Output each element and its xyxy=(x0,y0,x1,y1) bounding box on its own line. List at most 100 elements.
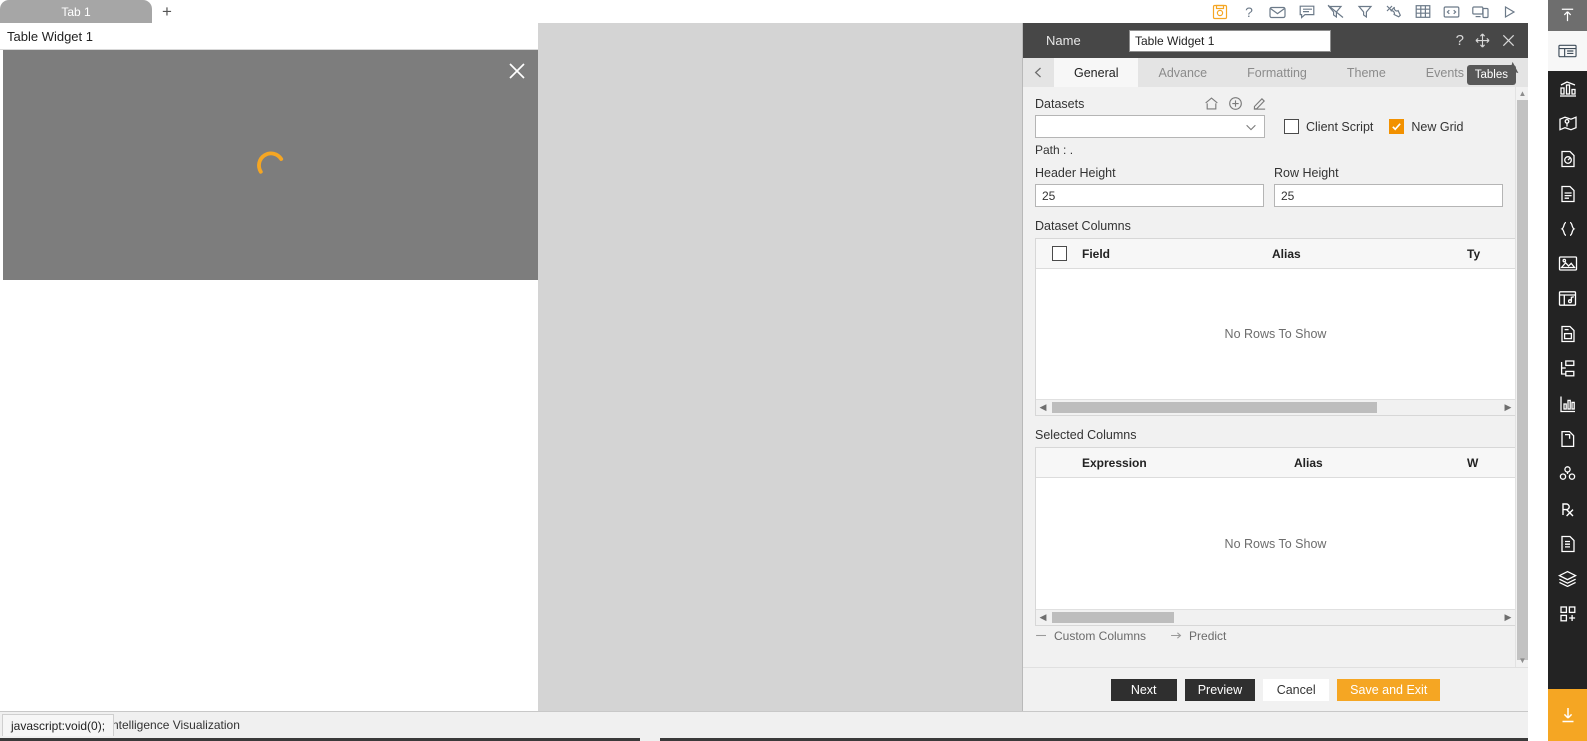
column-header-field[interactable]: Field xyxy=(1082,247,1272,261)
clear-filter-icon[interactable] xyxy=(1327,3,1344,20)
new-grid-row: New Grid xyxy=(1389,119,1463,134)
vscroll-thumb[interactable] xyxy=(1517,100,1528,660)
mail-icon[interactable] xyxy=(1269,3,1286,20)
new-grid-label: New Grid xyxy=(1411,120,1463,134)
tab-formatting[interactable]: Formatting xyxy=(1227,58,1327,87)
client-script-checkbox[interactable] xyxy=(1284,119,1299,134)
dataset-select-row: Client Script New Grid xyxy=(1035,115,1516,138)
gauge-doc-icon[interactable] xyxy=(1548,141,1587,176)
copy-page-icon[interactable] xyxy=(1548,421,1587,456)
help-icon[interactable]: ? xyxy=(1240,3,1257,20)
hscroll-thumb[interactable] xyxy=(1052,612,1174,623)
next-button[interactable]: Next xyxy=(1111,679,1177,701)
tree-icon[interactable] xyxy=(1548,351,1587,386)
download-icon[interactable] xyxy=(1548,689,1587,741)
close-icon[interactable] xyxy=(505,59,529,83)
add-circle-icon[interactable] xyxy=(1228,96,1243,111)
chevron-left-icon[interactable] xyxy=(1023,58,1054,87)
prescription-icon[interactable] xyxy=(1548,491,1587,526)
svg-text:?: ? xyxy=(1245,4,1253,20)
selected-columns-empty: No Rows To Show xyxy=(1036,478,1515,609)
scroll-left-icon[interactable]: ◀ xyxy=(1036,402,1050,413)
media-card-icon[interactable] xyxy=(1548,281,1587,316)
row-height-input[interactable] xyxy=(1274,184,1503,207)
run-icon[interactable] xyxy=(1501,3,1518,20)
header-height-input[interactable] xyxy=(1035,184,1264,207)
tab-item-tab1[interactable]: Tab 1 xyxy=(0,0,152,23)
cancel-button[interactable]: Cancel xyxy=(1263,679,1329,701)
map-icon[interactable] xyxy=(1548,106,1587,141)
comment-icon[interactable] xyxy=(1298,3,1315,20)
hscroll-track[interactable] xyxy=(1050,612,1501,623)
home-icon[interactable] xyxy=(1204,96,1219,111)
column-header-alias[interactable]: Alias xyxy=(1294,456,1467,470)
tab-general[interactable]: General xyxy=(1054,58,1138,87)
close-icon[interactable] xyxy=(1501,33,1516,48)
chart-icon[interactable] xyxy=(1548,71,1587,106)
layers-icon[interactable] xyxy=(1548,561,1587,596)
tools-icon[interactable] xyxy=(1385,3,1402,20)
table-widget-icon[interactable] xyxy=(1548,31,1587,71)
dataset-columns-hscroll[interactable]: ◀ ▶ xyxy=(1036,399,1515,415)
image-icon[interactable] xyxy=(1548,246,1587,281)
report-doc-icon[interactable] xyxy=(1548,316,1587,351)
table-widget-canvas[interactable] xyxy=(3,50,538,280)
new-grid-checkbox[interactable] xyxy=(1389,119,1404,134)
table-icon[interactable] xyxy=(1414,3,1431,20)
panel-header: Name ? xyxy=(1023,23,1528,58)
selected-columns-hscroll[interactable]: ◀ ▶ xyxy=(1036,609,1515,625)
tab-advance[interactable]: Advance xyxy=(1138,58,1227,87)
panel-content: Datasets xyxy=(1023,87,1528,667)
scroll-right-icon[interactable]: ▶ xyxy=(1501,402,1515,413)
preview-button[interactable]: Preview xyxy=(1185,679,1255,701)
header-height-field: Header Height xyxy=(1035,166,1264,207)
devices-icon[interactable] xyxy=(1472,3,1489,20)
column-header-width[interactable]: W xyxy=(1467,456,1515,470)
page-canvas-background xyxy=(538,23,1022,711)
help-icon[interactable]: ? xyxy=(1456,32,1464,49)
app-root: ? xyxy=(0,0,1587,741)
cubes-icon[interactable] xyxy=(1548,456,1587,491)
collapse-up-icon[interactable] xyxy=(1548,0,1587,31)
selected-columns-title: Selected Columns xyxy=(1035,428,1516,442)
predict-action[interactable]: Predict xyxy=(1170,630,1226,641)
filter-icon[interactable] xyxy=(1356,3,1373,20)
tab-label: Formatting xyxy=(1247,66,1307,80)
select-all-checkbox[interactable] xyxy=(1052,246,1067,261)
hscroll-thumb[interactable] xyxy=(1052,402,1377,413)
add-tab-button[interactable]: + xyxy=(152,0,182,23)
edit-icon[interactable] xyxy=(1252,96,1267,111)
widget-title-bar: Table Widget 1 xyxy=(0,23,538,50)
datasets-label: Datasets xyxy=(1035,97,1084,111)
scroll-left-icon[interactable]: ◀ xyxy=(1036,612,1050,623)
hscroll-track[interactable] xyxy=(1050,402,1501,413)
panel-tabs: General Advance Formatting Theme Events … xyxy=(1023,58,1528,87)
column-header-type[interactable]: Ty xyxy=(1467,247,1515,261)
list-doc-icon[interactable] xyxy=(1548,526,1587,561)
custom-columns-action[interactable]: Custom Columns xyxy=(1035,630,1146,641)
panel-header-actions: ? xyxy=(1456,32,1520,49)
save-icon[interactable] xyxy=(1211,3,1228,20)
column-header-expression[interactable]: Expression xyxy=(1082,456,1294,470)
move-icon[interactable] xyxy=(1475,33,1490,48)
tab-label: Events xyxy=(1426,66,1464,80)
save-and-exit-button[interactable]: Save and Exit xyxy=(1337,679,1440,701)
dataset-select[interactable] xyxy=(1035,115,1265,138)
scroll-down-icon[interactable]: ▼ xyxy=(1516,654,1529,667)
loading-spinner-icon xyxy=(254,148,288,182)
status-bar: ntelligence Visualization javascript:voi… xyxy=(0,711,1528,741)
widget-name-input[interactable] xyxy=(1129,30,1331,52)
tab-theme[interactable]: Theme xyxy=(1327,58,1406,87)
tables-tooltip: Tables xyxy=(1467,65,1516,85)
add-widget-icon[interactable] xyxy=(1548,596,1587,631)
scroll-right-icon[interactable]: ▶ xyxy=(1501,612,1515,623)
code-icon[interactable] xyxy=(1443,3,1460,20)
braces-icon[interactable] xyxy=(1548,211,1587,246)
predict-label: Predict xyxy=(1189,630,1226,641)
tabstrip: Tab 1 + xyxy=(0,0,540,23)
panel-vertical-scrollbar[interactable]: ▲ ▼ xyxy=(1515,87,1528,667)
column-header-alias[interactable]: Alias xyxy=(1272,247,1467,261)
analytics-icon[interactable] xyxy=(1548,386,1587,421)
scroll-up-icon[interactable]: ▲ xyxy=(1516,87,1529,100)
document-icon[interactable] xyxy=(1548,176,1587,211)
